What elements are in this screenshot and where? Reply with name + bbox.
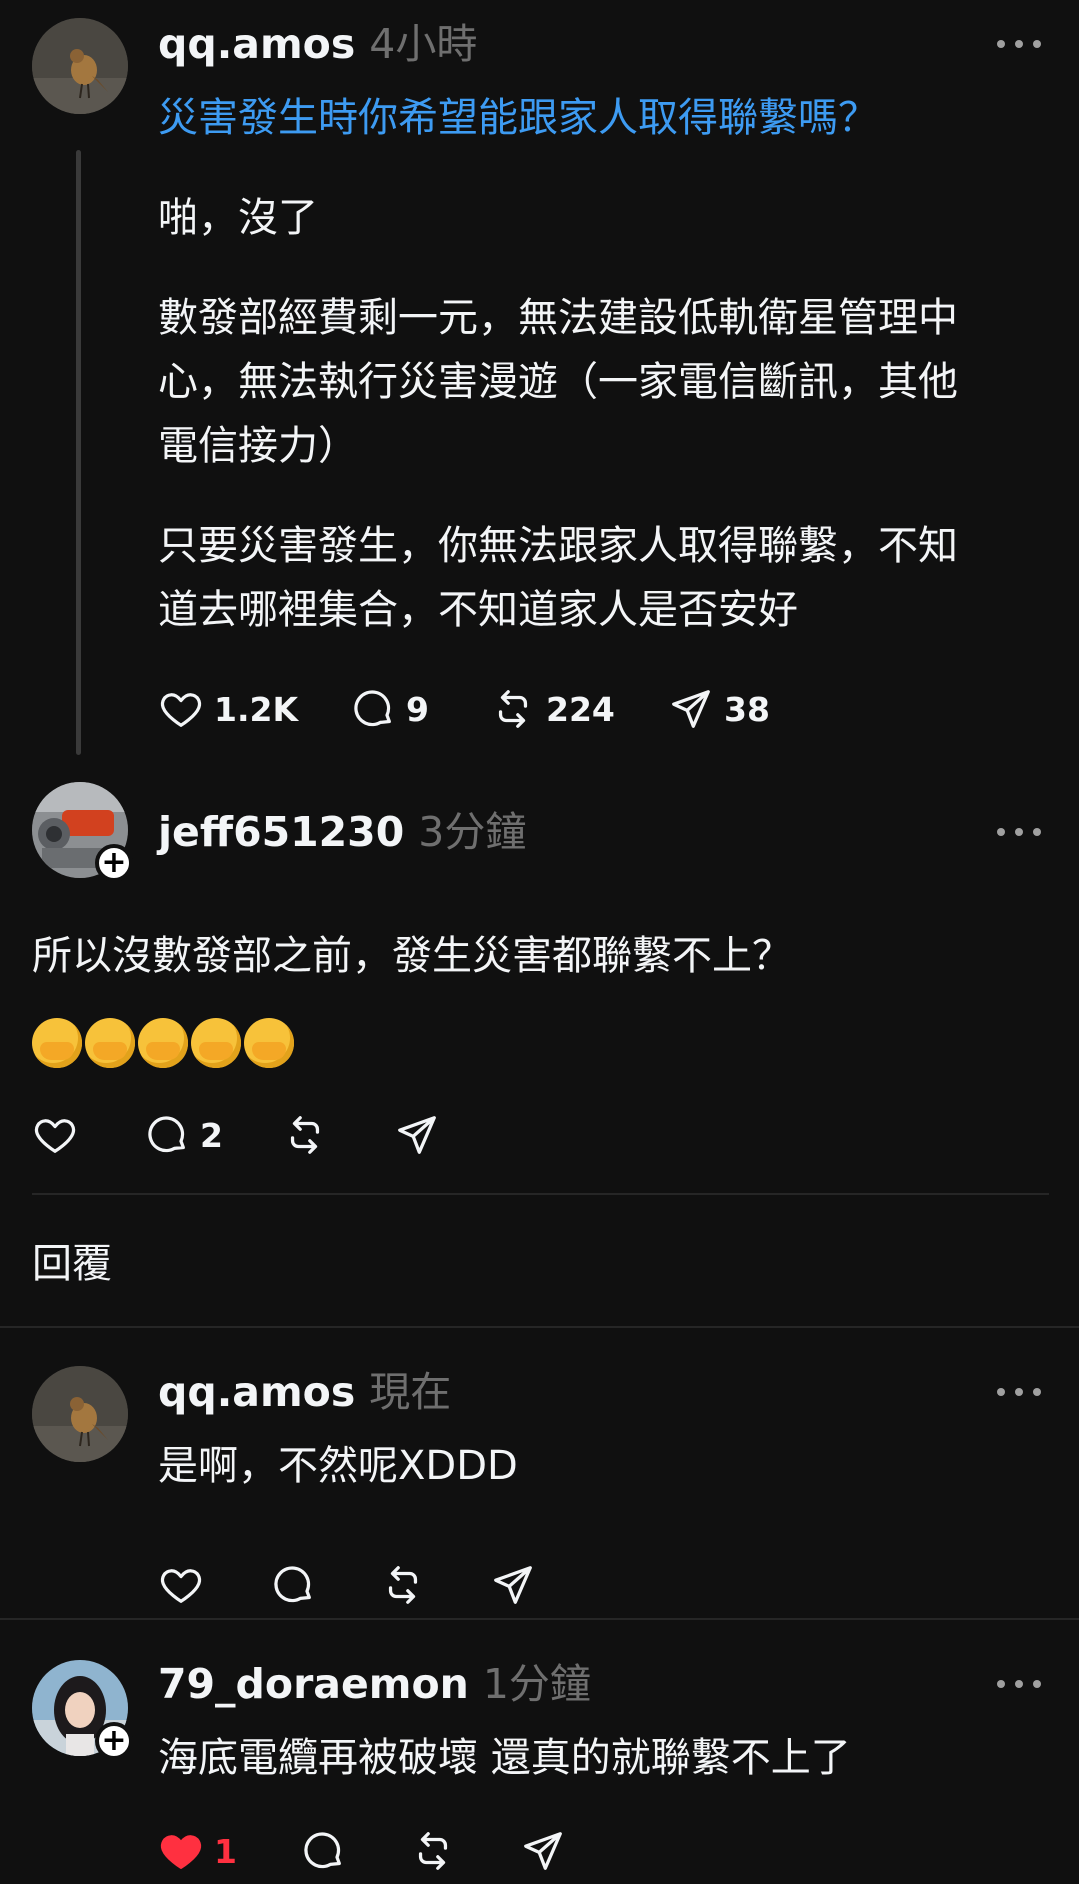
follow-plus-icon[interactable]: + bbox=[95, 844, 133, 882]
post-header: qq.amos 現在 bbox=[158, 1368, 451, 1416]
comment-icon bbox=[350, 686, 396, 732]
emoji-row bbox=[32, 1018, 297, 1074]
bird-avatar-image bbox=[32, 1366, 128, 1462]
post-header: jeff651230 3分鐘 bbox=[158, 808, 526, 856]
more-icon[interactable] bbox=[997, 1386, 1041, 1398]
comment-button[interactable]: 2 bbox=[144, 1110, 223, 1160]
heart-icon bbox=[158, 1828, 204, 1874]
username[interactable]: jeff651230 bbox=[158, 808, 404, 856]
share-count: 38 bbox=[724, 689, 770, 729]
repost-icon bbox=[380, 1562, 426, 1608]
share-icon bbox=[394, 1112, 440, 1158]
username[interactable]: qq.amos bbox=[158, 1368, 355, 1416]
comment-button[interactable]: 9 bbox=[350, 684, 429, 734]
repost-button[interactable] bbox=[380, 1560, 426, 1610]
share-icon bbox=[520, 1828, 566, 1874]
divider bbox=[32, 1193, 1049, 1195]
repost-icon bbox=[410, 1828, 456, 1874]
post-paragraph-2: 數發部經費剩一元，無法建設低軌衛星管理中 心，無法執行災害漫遊（一家電信斷訊，其… bbox=[158, 295, 958, 469]
share-button[interactable] bbox=[490, 1560, 536, 1610]
reply-post-doraemon[interactable]: + 79_doraemon 1分鐘 海底電纜再被破壞 還真的就聯繫不上了 1 bbox=[0, 1620, 1079, 1884]
post-header: 79_doraemon 1分鐘 bbox=[158, 1660, 591, 1708]
post-header: qq.amos 4小時 bbox=[158, 20, 477, 68]
username[interactable]: 79_doraemon bbox=[158, 1660, 469, 1708]
comment-count: 2 bbox=[200, 1115, 223, 1155]
comment-icon bbox=[144, 1112, 190, 1158]
face-with-hand-over-mouth-emoji bbox=[191, 1018, 241, 1068]
more-icon[interactable] bbox=[997, 38, 1041, 50]
divider bbox=[0, 1326, 1079, 1328]
reply-text: 所以沒數發部之前，發生災害都聯繫不上？ bbox=[32, 933, 792, 979]
more-icon[interactable] bbox=[997, 826, 1041, 838]
heart-icon bbox=[158, 1562, 204, 1608]
avatar-qq-amos[interactable] bbox=[32, 18, 128, 114]
post-paragraph-1: 啪，沒了 bbox=[158, 195, 318, 241]
timestamp: 4小時 bbox=[369, 20, 478, 68]
topic-link[interactable]: 災害發生時你希望能跟家人取得聯繫嗎？ bbox=[158, 86, 878, 150]
original-post[interactable]: qq.amos 4小時 災害發生時你希望能跟家人取得聯繫嗎？ 啪，沒了 數發部經費… bbox=[0, 0, 1079, 760]
reply-post-qq-amos[interactable]: qq.amos 現在 是啊，不然呢XDDD bbox=[0, 1330, 1079, 1620]
heart-icon bbox=[158, 686, 204, 732]
like-count: 1 bbox=[214, 1831, 237, 1871]
like-button[interactable] bbox=[32, 1110, 78, 1160]
comment-button[interactable] bbox=[270, 1560, 316, 1610]
post-actions: 1.2K 9 224 38 bbox=[158, 684, 858, 734]
timestamp: 1分鐘 bbox=[482, 1660, 591, 1708]
timestamp: 3分鐘 bbox=[418, 808, 527, 856]
like-button[interactable]: 1 bbox=[158, 1826, 237, 1876]
comment-icon bbox=[300, 1828, 346, 1874]
replies-header: 回覆 bbox=[32, 1241, 112, 1287]
comment-icon bbox=[270, 1562, 316, 1608]
thread-line bbox=[76, 150, 81, 755]
face-with-hand-over-mouth-emoji bbox=[138, 1018, 188, 1068]
comment-count: 9 bbox=[406, 689, 429, 729]
share-button[interactable] bbox=[394, 1110, 440, 1160]
repost-icon bbox=[490, 686, 536, 732]
avatar-qq-amos[interactable] bbox=[32, 1366, 128, 1462]
like-button[interactable] bbox=[158, 1560, 204, 1610]
post-paragraph-3: 只要災害發生，你無法跟家人取得聯繫，不知 道去哪裡集合，不知道家人是否安好 bbox=[158, 523, 958, 633]
bird-avatar-image bbox=[32, 18, 128, 114]
repost-button[interactable] bbox=[410, 1826, 456, 1876]
repost-count: 224 bbox=[546, 689, 615, 729]
post-actions bbox=[158, 1560, 658, 1610]
repost-icon bbox=[282, 1112, 328, 1158]
share-icon bbox=[668, 686, 714, 732]
repost-button[interactable] bbox=[282, 1110, 328, 1160]
reply-text: 海底電纜再被破壞 還真的就聯繫不上了 bbox=[158, 1735, 851, 1781]
comment-button[interactable] bbox=[300, 1826, 346, 1876]
share-button[interactable] bbox=[520, 1826, 566, 1876]
face-with-hand-over-mouth-emoji bbox=[32, 1018, 82, 1068]
like-button[interactable]: 1.2K bbox=[158, 684, 298, 734]
post-actions: 1 bbox=[158, 1826, 658, 1876]
post-actions: 2 bbox=[32, 1110, 532, 1160]
username[interactable]: qq.amos bbox=[158, 20, 355, 68]
face-with-hand-over-mouth-emoji bbox=[244, 1018, 294, 1068]
share-button[interactable]: 38 bbox=[668, 684, 770, 734]
repost-button[interactable]: 224 bbox=[490, 684, 615, 734]
more-icon[interactable] bbox=[997, 1678, 1041, 1690]
heart-icon bbox=[32, 1112, 78, 1158]
face-with-hand-over-mouth-emoji bbox=[85, 1018, 135, 1068]
reply-post-jeff[interactable]: + jeff651230 3分鐘 所以沒數發部之前，發生災害都聯繫不上？ 2 bbox=[0, 770, 1079, 1190]
like-count: 1.2K bbox=[214, 689, 299, 729]
follow-plus-icon[interactable]: + bbox=[95, 1722, 133, 1760]
reply-text: 是啊，不然呢XDDD bbox=[158, 1443, 518, 1489]
timestamp: 現在 bbox=[369, 1368, 452, 1416]
share-icon bbox=[490, 1562, 536, 1608]
